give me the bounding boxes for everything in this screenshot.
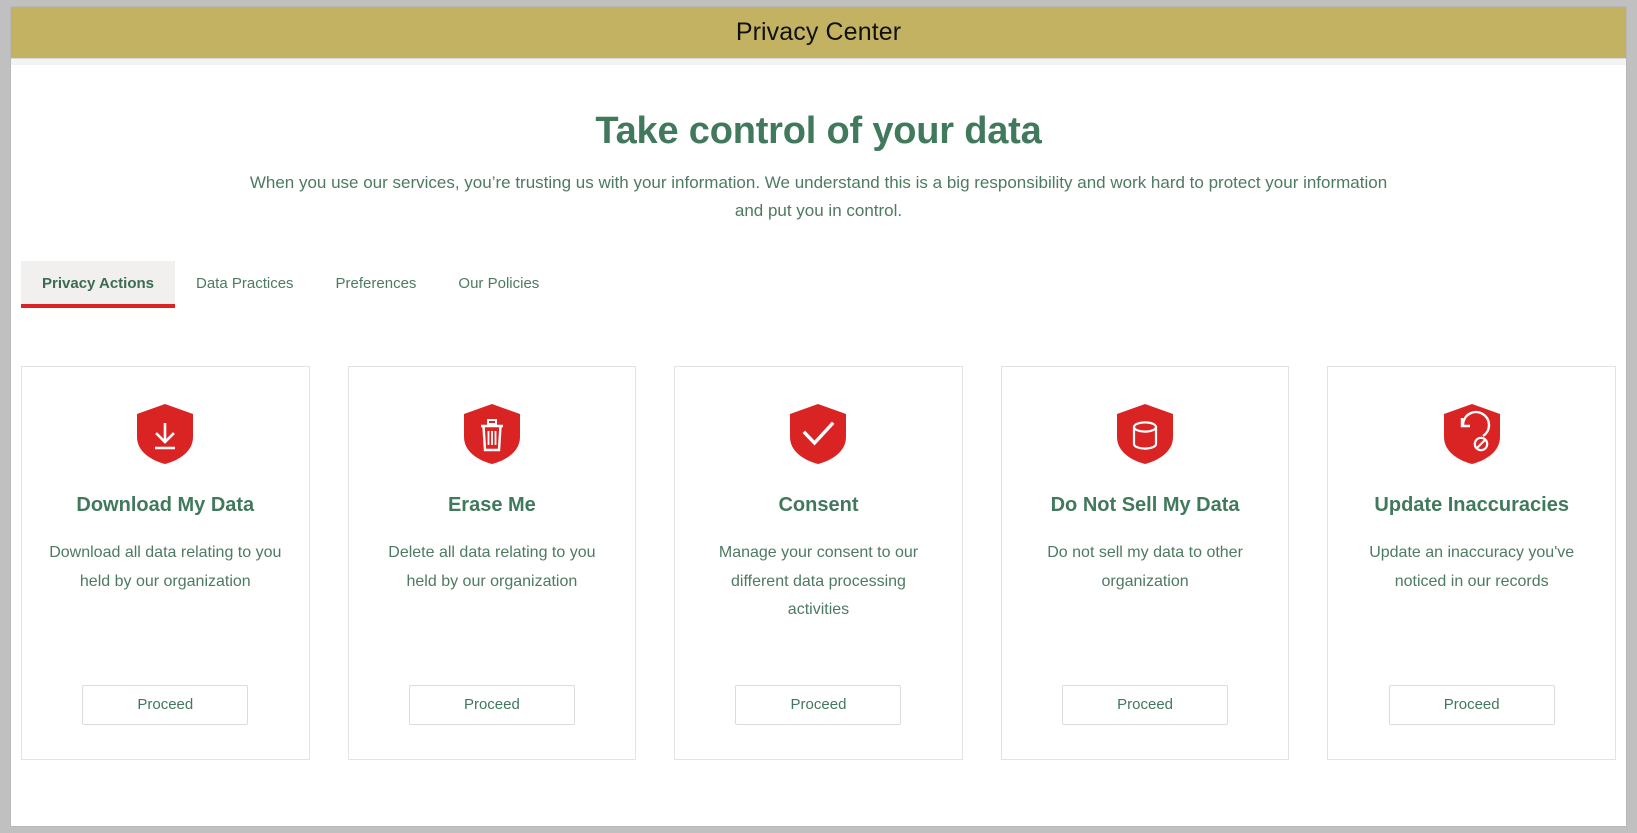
hero-section: Take control of your data When you use o… [11, 65, 1626, 225]
tab-bar: Privacy Actions Data Practices Preferenc… [11, 261, 1626, 308]
tab-label: Data Practices [196, 275, 294, 292]
page-title: Privacy Center [736, 18, 901, 47]
card-description: Do not sell my data to other organizatio… [1026, 539, 1265, 597]
proceed-button-consent[interactable]: Proceed [735, 685, 901, 725]
page-body: Take control of your data When you use o… [11, 65, 1626, 827]
card-do-not-sell-my-data[interactable]: Do Not Sell My Data Do not sell my data … [1001, 366, 1290, 760]
card-download-my-data[interactable]: Download My Data Download all data relat… [21, 366, 310, 760]
shield-trash-icon [462, 403, 522, 465]
proceed-button-update-inaccuracies[interactable]: Proceed [1389, 685, 1555, 725]
shield-database-icon [1115, 403, 1175, 465]
privacy-center-banner: Privacy Center [11, 7, 1626, 59]
page-frame: Privacy Center Take control of your data… [10, 6, 1627, 827]
card-title: Download My Data [76, 493, 254, 517]
card-description: Download all data relating to you held b… [46, 539, 285, 597]
shield-check-icon [788, 403, 848, 465]
proceed-button-download-my-data[interactable]: Proceed [82, 685, 248, 725]
tab-label: Privacy Actions [42, 275, 154, 292]
card-title: Update Inaccuracies [1374, 493, 1569, 517]
tab-data-practices[interactable]: Data Practices [175, 261, 315, 308]
card-description: Update an inaccuracy you've noticed in o… [1352, 539, 1591, 597]
tab-label: Preferences [336, 275, 417, 292]
tab-privacy-actions[interactable]: Privacy Actions [21, 261, 175, 308]
card-title: Erase Me [448, 493, 536, 517]
card-erase-me[interactable]: Erase Me Delete all data relating to you… [348, 366, 637, 760]
proceed-button-erase-me[interactable]: Proceed [409, 685, 575, 725]
shield-update-blocked-icon [1442, 403, 1502, 465]
shield-download-icon [135, 403, 195, 465]
card-description: Manage your consent to our different dat… [699, 539, 938, 625]
tab-label: Our Policies [458, 275, 539, 292]
tab-preferences[interactable]: Preferences [315, 261, 438, 308]
hero-subtitle: When you use our services, you’re trusti… [249, 169, 1389, 225]
tab-our-policies[interactable]: Our Policies [437, 261, 560, 308]
card-title: Do Not Sell My Data [1051, 493, 1240, 517]
card-consent[interactable]: Consent Manage your consent to our diffe… [674, 366, 963, 760]
card-description: Delete all data relating to you held by … [373, 539, 612, 597]
proceed-button-do-not-sell-my-data[interactable]: Proceed [1062, 685, 1228, 725]
card-title: Consent [778, 493, 858, 517]
card-update-inaccuracies[interactable]: Update Inaccuracies Update an inaccuracy… [1327, 366, 1616, 760]
hero-title: Take control of your data [11, 111, 1626, 153]
privacy-action-card-grid: Download My Data Download all data relat… [11, 366, 1626, 760]
